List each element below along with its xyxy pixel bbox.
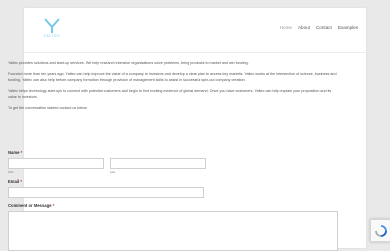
- contact-form: Name * First Last Email * Comment or Mes…: [8, 150, 340, 251]
- main-nav: Home About Contact Examples: [280, 25, 358, 30]
- first-name-input[interactable]: [8, 158, 104, 169]
- site-logo[interactable]: YALTEC: [38, 18, 66, 38]
- nav-contact[interactable]: Contact: [316, 25, 332, 30]
- nav-examples[interactable]: Examples: [338, 25, 358, 30]
- nav-home[interactable]: Home: [280, 25, 292, 30]
- nav-about[interactable]: About: [298, 25, 310, 30]
- intro-paragraph: Founded more than ten years ago, Yaltec …: [8, 72, 337, 82]
- first-name-sublabel: First: [8, 170, 14, 174]
- last-name-input[interactable]: [110, 158, 206, 169]
- site-header: YALTEC Home About Contact Examples: [24, 8, 366, 53]
- message-label: Comment or Message *: [8, 203, 55, 208]
- intro-paragraph: Yaltec provides solutions and start-up s…: [8, 61, 249, 65]
- intro-paragraph: Yaltec helps technology start-ups to con…: [8, 89, 332, 99]
- recaptcha-badge[interactable]: [370, 219, 390, 242]
- intro-content: Yaltec provides solutions and start-up s…: [8, 60, 340, 116]
- name-row: First Last: [8, 158, 340, 174]
- required-marker: *: [20, 179, 22, 184]
- first-name-group: First: [8, 158, 104, 174]
- last-name-sublabel: Last: [110, 170, 116, 174]
- required-marker: *: [52, 203, 55, 208]
- name-label: Name *: [8, 150, 23, 155]
- email-field[interactable]: [8, 187, 204, 198]
- email-label: Email *: [8, 179, 22, 184]
- required-marker: *: [20, 150, 23, 155]
- recaptcha-icon: [375, 224, 387, 237]
- logo-icon: [44, 18, 60, 33]
- contact-prompt: To get the conversation started contact …: [8, 106, 87, 110]
- message-textarea[interactable]: [8, 211, 338, 251]
- last-name-group: Last: [110, 158, 206, 174]
- logo-text: YALTEC: [43, 34, 61, 38]
